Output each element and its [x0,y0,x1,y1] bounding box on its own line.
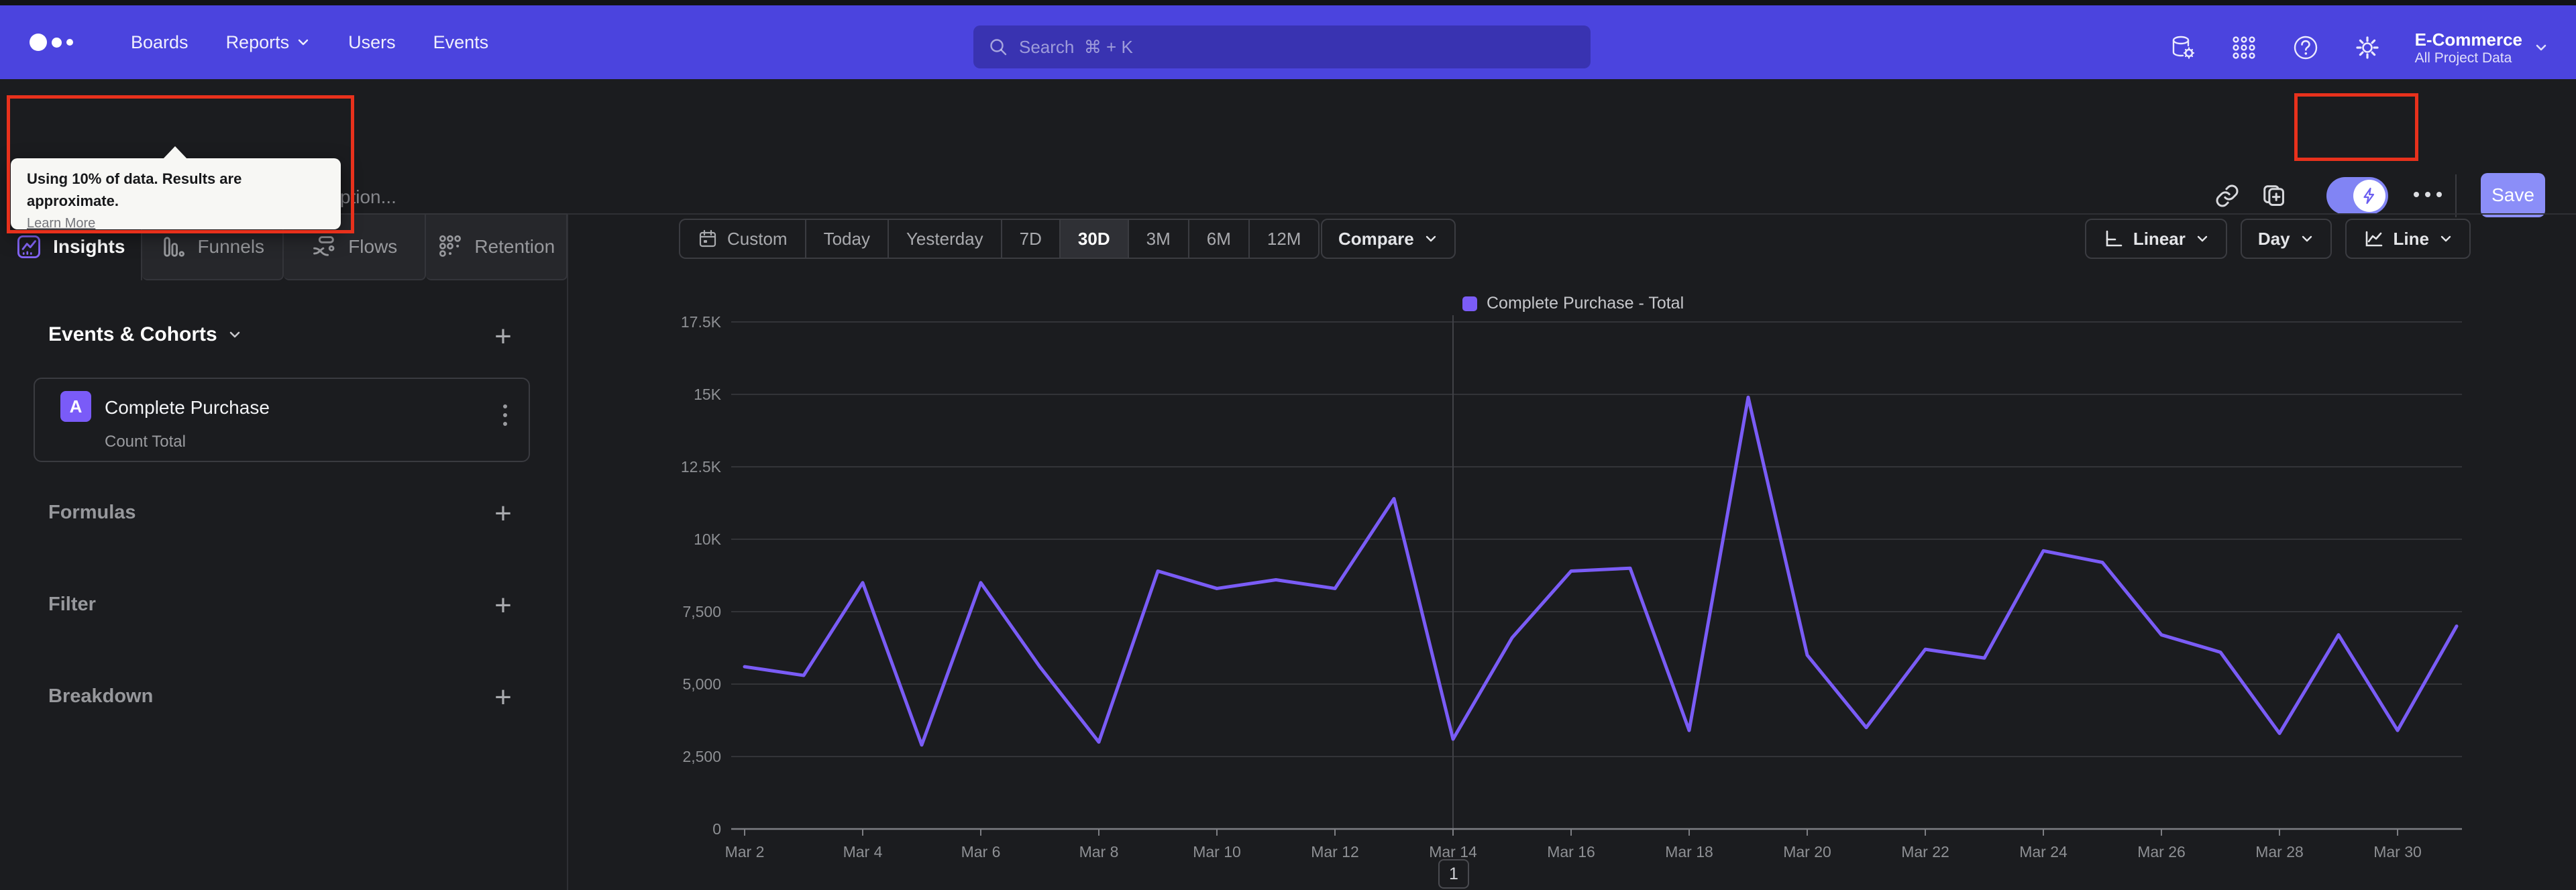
date-range-selector: Custom Today Yesterday 7D 30D 3M 6M 12M [679,219,1320,259]
svg-text:5,000: 5,000 [682,675,721,693]
window-top-edge [0,0,2576,5]
svg-text:Mar 18: Mar 18 [1665,843,1713,860]
project-scope: All Project Data [2414,50,2512,66]
svg-text:2,500: 2,500 [682,748,721,765]
line-chart[interactable]: 17.5K 15K 12.5K 10K 7,500 5,000 2,500 0Mar 2 Mar… [671,288,2522,872]
svg-text:17.5K: 17.5K [681,313,722,331]
svg-text:Mar 20: Mar 20 [1783,843,1831,860]
kebab-menu-icon[interactable] [503,404,507,426]
flows-icon [313,236,335,256]
svg-text:15K: 15K [694,386,722,403]
add-breakdown-button[interactable]: + [488,683,518,712]
help-icon[interactable] [2292,34,2320,62]
svg-text:Mar 26: Mar 26 [2137,843,2186,860]
event-series-badge: A [60,391,91,422]
sampling-tooltip: Using 10% of data. Results are approxima… [11,146,341,231]
chevron-down-icon [2302,235,2312,242]
copy-link-icon[interactable] [2212,181,2242,211]
divider [567,213,568,890]
report-header: Untitled Sampled + Add description... Sa… [0,79,2576,220]
linear-axis-icon [2106,230,2123,247]
svg-text:12.5K: 12.5K [681,458,722,476]
nav-item-boards[interactable]: Boards [131,32,189,53]
tooltip-arrow [162,146,188,160]
svg-text:Mar 8: Mar 8 [1079,843,1119,860]
section-breakdown: Breakdown [48,685,154,707]
chevron-down-icon [229,331,240,338]
add-event-button[interactable]: + [488,322,518,351]
insights-icon [17,235,41,258]
svg-text:Mar 12: Mar 12 [1311,843,1359,860]
project-name: E-Commerce [2414,29,2522,50]
calendar-icon [699,229,716,247]
learn-more-link[interactable]: Learn More [27,216,95,231]
more-options-button[interactable] [2414,192,2442,197]
section-filter: Filter [48,594,96,615]
add-formula-button[interactable]: + [488,499,518,529]
top-nav: Boards Reports Users Events Search ⌘ + K… [0,5,2576,79]
svg-text:Mar 28: Mar 28 [2255,843,2304,860]
funnels-icon [164,237,185,257]
svg-text:Mar 22: Mar 22 [1901,843,1949,860]
events-cohorts-header[interactable]: Events & Cohorts [48,323,518,346]
svg-text:Mar 30: Mar 30 [2373,843,2422,860]
svg-text:Mar 14: Mar 14 [1429,843,1477,860]
compare-button[interactable]: Compare [1321,219,1456,259]
svg-text:Mar 2: Mar 2 [725,843,765,860]
svg-text:10K: 10K [694,531,722,548]
project-switcher[interactable]: E-Commerce All Project Data [2415,29,2549,67]
insights-report-page: Boards Reports Users Events Search ⌘ + K… [0,0,2576,890]
svg-text:Mar 10: Mar 10 [1193,843,1241,860]
data-management-icon[interactable] [2168,34,2196,62]
range-30d[interactable]: 30D [1059,220,1128,258]
svg-text:Mar 16: Mar 16 [1547,843,1595,860]
save-button[interactable]: Save [2481,173,2545,217]
add-to-board-icon[interactable] [2259,181,2289,211]
retention-icon [439,235,462,257]
range-yesterday[interactable]: Yesterday [887,220,1001,258]
granularity-selector[interactable]: Day [2240,219,2332,259]
range-today[interactable]: Today [804,220,888,258]
range-3m[interactable]: 3M [1127,220,1188,258]
range-7d[interactable]: 7D [1000,220,1059,258]
mixpanel-logo-icon[interactable] [30,34,73,51]
chevron-down-icon [2536,44,2546,51]
add-filter-button[interactable]: + [488,591,518,620]
svg-text:Mar 24: Mar 24 [2019,843,2068,860]
tooltip-message: Using 10% of data. Results are approxima… [27,170,242,209]
global-search[interactable] [973,25,1591,68]
divider [2455,174,2457,217]
range-6m[interactable]: 6M [1187,220,1248,258]
line-chart-icon [2365,231,2382,247]
chevron-down-icon [1426,235,1436,242]
chevron-down-icon [298,39,309,46]
event-metric-selector[interactable]: Count Total [105,433,186,451]
lightning-icon [2363,187,2375,205]
range-custom[interactable]: Custom [680,220,805,258]
section-formulas: Formulas [48,502,136,523]
scale-selector[interactable]: Linear [2084,219,2227,259]
chart-page-indicator[interactable]: 1 [1438,859,1469,889]
chevron-down-icon [2440,235,2451,242]
sampling-toggle[interactable] [2326,177,2388,215]
apps-grid-icon[interactable] [2230,34,2258,62]
event-name: Complete Purchase [105,397,270,418]
event-query-card[interactable]: A Complete Purchase Count Total [34,378,530,462]
chevron-down-icon [2197,235,2208,242]
nav-item-events[interactable]: Events [433,32,489,53]
search-input[interactable] [1019,36,1576,58]
svg-text:7,500: 7,500 [682,603,721,620]
range-12m[interactable]: 12M [1248,220,1319,258]
chart-type-selector[interactable]: Line [2345,219,2471,259]
svg-text:0: 0 [712,820,721,838]
svg-text:Mar 6: Mar 6 [961,843,1001,860]
svg-text:Mar 4: Mar 4 [843,843,883,860]
search-icon [990,39,1007,56]
settings-gear-icon[interactable] [2353,34,2381,62]
nav-item-reports[interactable]: Reports [226,32,311,53]
tab-retention[interactable]: Retention [425,213,568,280]
nav-item-users[interactable]: Users [348,32,396,53]
